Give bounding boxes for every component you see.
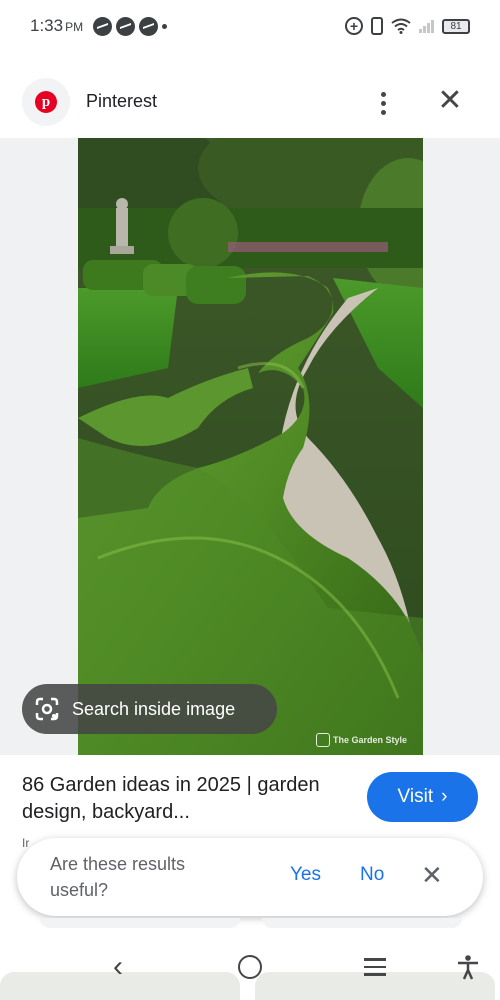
watermark-text: The Garden Style (332, 735, 407, 745)
feedback-question: Are these results useful? (50, 854, 186, 900)
wifi-icon (391, 18, 411, 34)
feedback-prompt: Are these results useful? Yes No ✕ (17, 838, 483, 916)
image-viewer: The Garden Style Search inside image (0, 138, 500, 755)
accessibility-icon[interactable] (456, 954, 480, 980)
feedback-yes-button[interactable]: Yes (290, 864, 321, 886)
messenger-icon (116, 16, 136, 36)
site-name[interactable]: Pinterest (86, 91, 157, 112)
visit-label: Visit (397, 786, 434, 807)
signal-icon (419, 19, 434, 33)
google-lens-icon (35, 697, 59, 721)
visit-button[interactable]: Visit › (367, 772, 478, 822)
vibrate-icon (371, 17, 383, 35)
search-inside-image-label: Search inside image (72, 698, 236, 719)
more-options-button[interactable] (368, 88, 398, 118)
status-bar: 1:33 PM + 81 (0, 0, 500, 52)
battery-icon: 81 (442, 18, 470, 34)
close-button[interactable]: ✕ (434, 86, 466, 118)
peek-card (40, 918, 240, 928)
result-header: p Pinterest ✕ (0, 78, 500, 128)
result-title[interactable]: 86 Garden ideas in 2025 | garden design,… (22, 772, 342, 826)
watermark-logo-icon (315, 733, 330, 747)
feedback-close-icon[interactable]: ✕ (421, 860, 443, 890)
clock-time: 1:33 (30, 16, 64, 35)
add-circle-icon: + (345, 17, 363, 35)
more-vert-icon (380, 91, 386, 97)
dot-icon (162, 23, 168, 29)
system-nav-bar: ‹ (0, 940, 500, 1000)
notification-icons (93, 16, 168, 36)
chevron-right-icon: › (441, 786, 448, 807)
pinterest-logo-icon: p (35, 91, 57, 113)
back-icon[interactable]: ‹ (113, 952, 123, 982)
messenger-icon (93, 16, 113, 36)
peek-card (262, 918, 462, 928)
messenger-icon (139, 16, 159, 36)
garden-hedge-image[interactable]: The Garden Style (78, 138, 423, 755)
close-icon: ✕ (437, 84, 463, 117)
search-inside-image-button[interactable]: Search inside image (22, 684, 277, 734)
feedback-no-button[interactable]: No (360, 864, 384, 886)
image-watermark: The Garden Style (315, 733, 407, 747)
garden-photo (78, 138, 423, 755)
site-logo[interactable]: p (22, 78, 70, 126)
home-icon[interactable] (238, 955, 262, 979)
status-time: 1:33 PM (30, 16, 83, 36)
recents-icon[interactable] (364, 958, 386, 981)
clock-ampm: PM (65, 20, 84, 34)
system-icons: + 81 (345, 17, 470, 35)
content-peek (0, 918, 500, 928)
